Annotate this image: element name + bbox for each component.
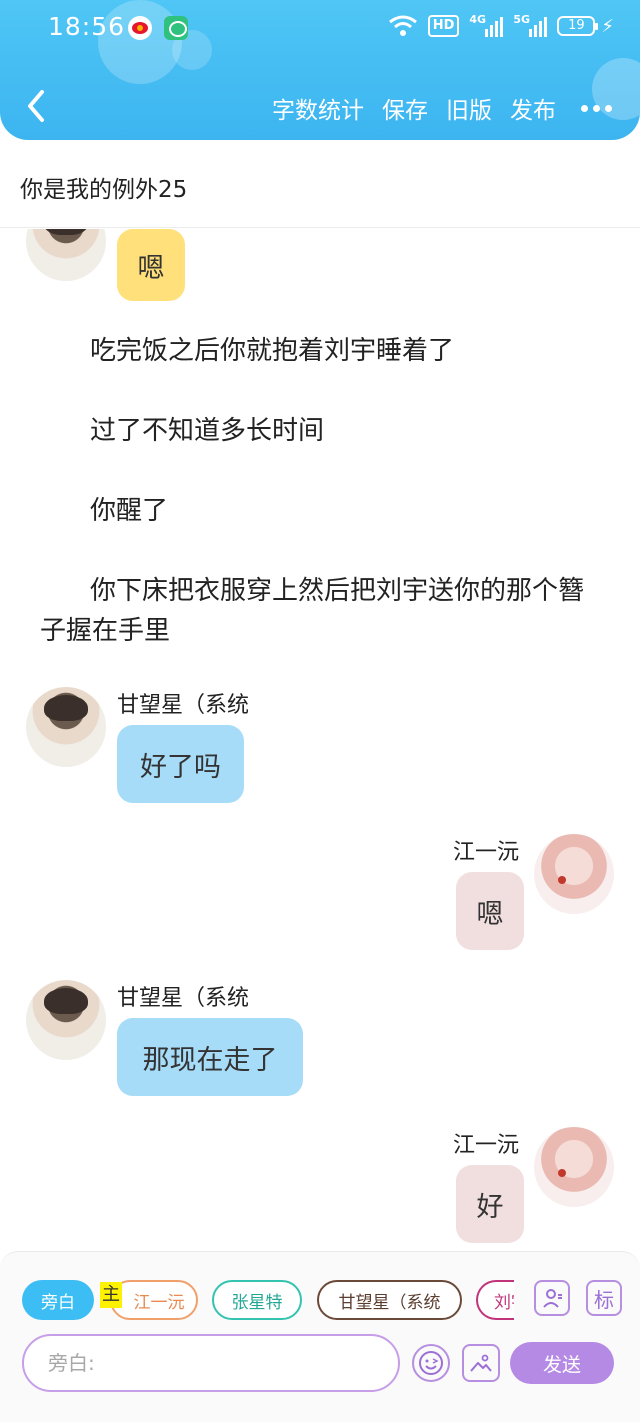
message-bubble[interactable]: 好了吗 [117,725,244,803]
avatar[interactable] [534,834,614,914]
image-icon[interactable] [462,1344,500,1382]
message-input[interactable] [48,1351,378,1375]
message-input-wrapper [22,1334,400,1392]
word-count-button[interactable]: 字数统计 [272,91,364,125]
document-title[interactable]: 你是我的例外25 [20,170,187,204]
role-manage-icon[interactable] [534,1280,570,1316]
more-options-icon[interactable] [576,88,616,128]
header-menu: 字数统计 保存 旧版 发布 [272,88,640,128]
save-button[interactable]: 保存 [382,91,428,125]
speaker-name: 江一沅 [453,1133,520,1158]
role-chip-gan[interactable]: 甘望星（系统 [317,1280,462,1320]
role-chip-jiang[interactable]: 江一沅 [110,1280,198,1320]
message-app-icon [164,16,188,40]
avatar[interactable] [26,687,106,767]
speaker-name: 甘望星（系统 [117,986,250,1011]
narration-text[interactable]: 吃完饭之后你就抱着刘宇睡着了 [40,331,600,371]
signal-icon: 4G [469,13,504,37]
narration-text[interactable]: 你醒了 [40,491,600,531]
back-button[interactable] [20,86,54,126]
message-bubble[interactable]: 嗯 [456,872,524,950]
chevron-left-icon [28,90,44,122]
send-button[interactable]: 发送 [510,1342,614,1384]
input-panel: 旁白 江一沅 主 张星特 甘望星（系统 刘宇 标 发送 [0,1251,640,1422]
speaker-name: 江一沅 [453,840,520,865]
title-bar: 你是我的例外25 [0,140,640,228]
message-bubble[interactable]: 好 [456,1165,524,1243]
narration-text[interactable]: 你下床把衣服穿上然后把刘宇送你的那个簪子握在手里 [40,571,600,651]
top-header: 18:56 HD 4G 5G 19 ⚡ 字数统计 保存 旧版 发布 [0,0,640,140]
tag-button[interactable]: 标 [586,1280,622,1316]
status-time: 18:56 [48,12,126,41]
hd-badge: HD [427,15,460,37]
role-chip-narration[interactable]: 旁白 [22,1280,94,1320]
emoji-icon[interactable] [412,1344,450,1382]
status-indicators: HD 4G 5G 19 ⚡ [388,13,614,38]
battery-icon: 19 [557,16,599,36]
narration-text[interactable]: 过了不知道多长时间 [40,411,600,451]
message-bubble[interactable]: 嗯 [117,229,185,301]
weibo-icon [128,16,152,40]
wifi-icon [388,14,418,38]
chat-area[interactable]: 嗯 吃完饭之后你就抱着刘宇睡着了 过了不知道多长时间 你醒了 你下床把衣服穿上然… [0,229,640,1251]
signal-icon: 5G [513,13,548,37]
publish-button[interactable]: 发布 [510,91,556,125]
speaker-name: 甘望星（系统 [117,693,250,718]
avatar[interactable] [26,229,106,281]
avatar[interactable] [26,980,106,1060]
message-bubble[interactable]: 那现在走了 [117,1018,303,1096]
role-chip-liu[interactable]: 刘宇 [476,1280,514,1320]
old-version-button[interactable]: 旧版 [446,91,492,125]
charging-icon: ⚡ [601,15,614,37]
main-role-tag: 主 [100,1282,122,1308]
avatar[interactable] [534,1127,614,1207]
role-chip-zhang[interactable]: 张星特 [212,1280,302,1320]
